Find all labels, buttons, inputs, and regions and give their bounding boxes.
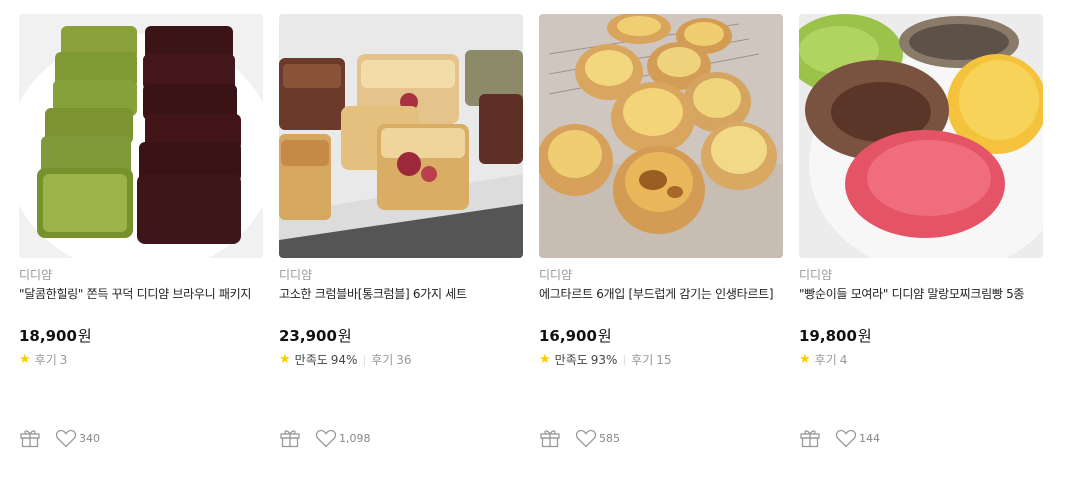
product-title[interactable]: 에그타르트 6개입 [부드럽게 감기는 인생타르트] bbox=[539, 286, 783, 320]
satisfaction-value: 94% bbox=[330, 353, 358, 367]
heart-icon bbox=[315, 429, 337, 447]
price: 19,800원 bbox=[799, 326, 1043, 346]
price: 23,900원 bbox=[279, 326, 523, 346]
gift-button[interactable] bbox=[539, 428, 561, 448]
brand-name: 디디얌 bbox=[539, 268, 573, 282]
review-label: 후기 bbox=[631, 353, 654, 367]
rating-row: ★ 만족도 93% | 후기 15 bbox=[539, 352, 783, 368]
mochi-bun-image bbox=[799, 14, 1043, 258]
rating-row: ★ 만족도 94% | 후기 36 bbox=[279, 352, 523, 368]
rating-row: ★ 후기 3 bbox=[19, 352, 263, 368]
card-actions: 340 bbox=[19, 428, 100, 448]
product-image[interactable] bbox=[799, 14, 1043, 258]
gift-button[interactable] bbox=[19, 428, 41, 448]
product-title[interactable]: 고소한 크럼블바[통크럼블] 6가지 세트 bbox=[279, 286, 523, 320]
crumble-bar-image bbox=[279, 14, 523, 258]
product-image[interactable] bbox=[539, 14, 783, 258]
product-card[interactable]: 디디얌 고소한 크럼블바[통크럼블] 6가지 세트 23,900원 ★ 만족도 … bbox=[279, 14, 523, 474]
satisfaction-label: 만족도 bbox=[554, 353, 588, 367]
star-icon: ★ bbox=[799, 352, 811, 367]
currency: 원 bbox=[77, 327, 92, 345]
star-icon: ★ bbox=[19, 352, 31, 367]
card-actions: 585 bbox=[539, 428, 620, 448]
review-count: 15 bbox=[656, 353, 672, 367]
currency: 원 bbox=[857, 327, 872, 345]
price-value: 19,800 bbox=[799, 327, 857, 345]
like-count: 340 bbox=[79, 431, 100, 445]
gift-icon bbox=[20, 430, 40, 448]
star-icon: ★ bbox=[279, 352, 291, 367]
price: 16,900원 bbox=[539, 326, 783, 346]
price-value: 23,900 bbox=[279, 327, 337, 345]
like-count: 585 bbox=[599, 431, 620, 445]
product-grid: 디디얌 "달콤한힐링" 쫀득 꾸덕 디디얌 브라우니 패키지 18,900원 ★… bbox=[0, 0, 1068, 484]
product-image[interactable] bbox=[19, 14, 263, 258]
review-label: 후기 bbox=[371, 353, 394, 367]
review-count: 4 bbox=[839, 353, 848, 367]
price: 18,900원 bbox=[19, 326, 263, 346]
brand-name: 디디얌 bbox=[279, 268, 313, 282]
star-icon: ★ bbox=[539, 352, 551, 367]
like-button[interactable]: 144 bbox=[835, 429, 880, 448]
like-button[interactable]: 1,098 bbox=[315, 429, 371, 448]
gift-button[interactable] bbox=[279, 428, 301, 448]
divider: | bbox=[362, 353, 367, 366]
currency: 원 bbox=[597, 327, 612, 345]
card-actions: 144 bbox=[799, 428, 880, 448]
satisfaction-value: 93% bbox=[590, 353, 618, 367]
review-count: 36 bbox=[396, 353, 412, 367]
brownie-image bbox=[19, 14, 263, 258]
heart-icon bbox=[55, 429, 77, 447]
like-count: 1,098 bbox=[339, 431, 371, 445]
gift-icon bbox=[540, 430, 560, 448]
like-button[interactable]: 340 bbox=[55, 429, 100, 448]
review-count: 3 bbox=[59, 353, 68, 367]
satisfaction-label: 만족도 bbox=[294, 353, 328, 367]
price-value: 16,900 bbox=[539, 327, 597, 345]
price-value: 18,900 bbox=[19, 327, 77, 345]
gift-icon bbox=[280, 430, 300, 448]
gift-icon bbox=[800, 430, 820, 448]
card-actions: 1,098 bbox=[279, 428, 371, 448]
review-label: 후기 bbox=[34, 353, 57, 367]
product-card[interactable]: 디디얌 "빵순이들 모여라" 디디얌 말랑모찌크림빵 5종 19,800원 ★ … bbox=[799, 14, 1043, 474]
product-card[interactable]: 디디얌 에그타르트 6개입 [부드럽게 감기는 인생타르트] 16,900원 ★… bbox=[539, 14, 783, 474]
product-image[interactable] bbox=[279, 14, 523, 258]
like-button[interactable]: 585 bbox=[575, 429, 620, 448]
gift-button[interactable] bbox=[799, 428, 821, 448]
heart-icon bbox=[575, 429, 597, 447]
currency: 원 bbox=[337, 327, 352, 345]
egg-tart-image bbox=[539, 14, 783, 258]
heart-icon bbox=[835, 429, 857, 447]
divider: | bbox=[622, 353, 627, 366]
rating-row: ★ 후기 4 bbox=[799, 352, 1043, 368]
brand-name: 디디얌 bbox=[19, 268, 53, 282]
like-count: 144 bbox=[859, 431, 880, 445]
brand-name: 디디얌 bbox=[799, 268, 833, 282]
product-title[interactable]: "달콤한힐링" 쫀득 꾸덕 디디얌 브라우니 패키지 bbox=[19, 286, 263, 320]
product-title[interactable]: "빵순이들 모여라" 디디얌 말랑모찌크림빵 5종 bbox=[799, 286, 1043, 320]
review-label: 후기 bbox=[814, 353, 837, 367]
product-card[interactable]: 디디얌 "달콤한힐링" 쫀득 꾸덕 디디얌 브라우니 패키지 18,900원 ★… bbox=[19, 14, 263, 474]
